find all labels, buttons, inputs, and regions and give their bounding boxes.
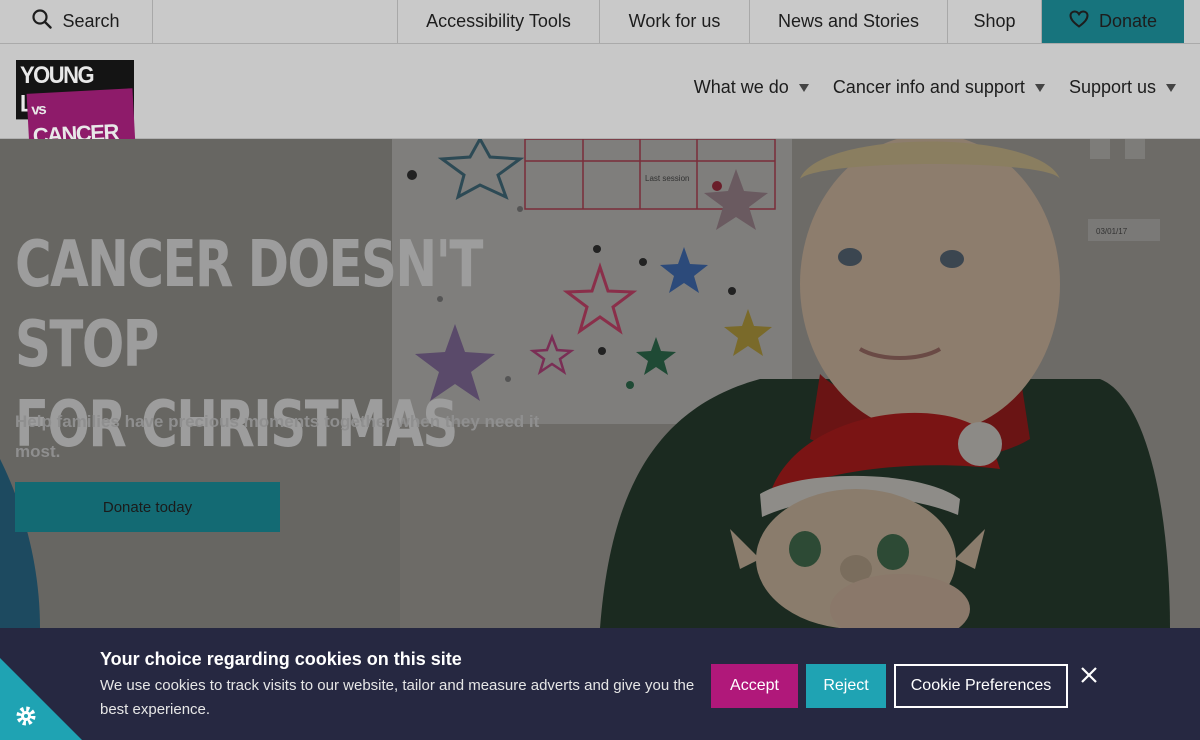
hero-banner: Last session 03/01/17 CANCER DOESN'T STO… <box>0 139 1200 628</box>
work-for-us-link[interactable]: Work for us <box>600 0 750 43</box>
cookie-title: Your choice regarding cookies on this si… <box>100 649 462 669</box>
primary-menu: What we do Cancer info and support Suppo… <box>694 77 1176 98</box>
nav-item-cancer-info[interactable]: Cancer info and support <box>833 77 1045 98</box>
utility-bar-spacer <box>153 0 398 43</box>
donate-label: Donate <box>1098 11 1158 31</box>
nav-item-support-us[interactable]: Support us <box>1069 77 1176 98</box>
caret-down-icon <box>798 83 809 92</box>
shop-link[interactable]: Shop <box>948 0 1042 43</box>
nav-item-label: Cancer info and support <box>832 77 1025 97</box>
main-nav: YOUNG LIVES vs CANCER What we do Cancer … <box>0 44 1200 151</box>
close-icon[interactable] <box>1079 665 1099 685</box>
nav-item-label: What we do <box>693 77 789 97</box>
news-and-stories-link[interactable]: News and Stories <box>750 0 948 43</box>
search-button[interactable]: Search <box>0 0 153 43</box>
hero-heading-line-1: CANCER DOESN'T STOP <box>15 228 483 382</box>
svg-text:03/01/17: 03/01/17 <box>1096 227 1128 236</box>
cookie-banner: Your choice regarding cookies on this si… <box>0 628 1200 740</box>
heart-icon <box>1069 10 1089 33</box>
poster-chart-text: Last session <box>645 174 689 183</box>
donate-button[interactable]: Donate <box>1042 0 1184 43</box>
accept-cookies-button[interactable]: Accept <box>711 664 798 708</box>
search-icon <box>32 9 53 34</box>
nav-item-label: Support us <box>1068 77 1156 97</box>
site-logo[interactable]: YOUNG LIVES vs CANCER <box>16 60 136 151</box>
utility-bar-tail <box>1184 0 1200 43</box>
caret-down-icon <box>1034 83 1045 92</box>
nav-item-what-we-do[interactable]: What we do <box>694 77 809 98</box>
search-label: Search <box>62 11 120 31</box>
cookie-text: We use cookies to track visits to our we… <box>100 677 695 718</box>
caret-down-icon <box>1166 83 1176 92</box>
utility-bar: Search Accessibility Tools Work for us N… <box>0 0 1200 44</box>
logo-vs: vs <box>30 100 46 119</box>
accessibility-tools-link[interactable]: Accessibility Tools <box>398 0 600 43</box>
cookie-preferences-button[interactable]: Cookie Preferences <box>894 664 1068 708</box>
reject-cookies-button[interactable]: Reject <box>806 664 886 708</box>
cookie-settings-icon[interactable] <box>0 658 82 740</box>
hero-subtext: Help families have precious moments toge… <box>15 412 540 461</box>
donate-today-button[interactable]: Donate today <box>15 482 280 532</box>
